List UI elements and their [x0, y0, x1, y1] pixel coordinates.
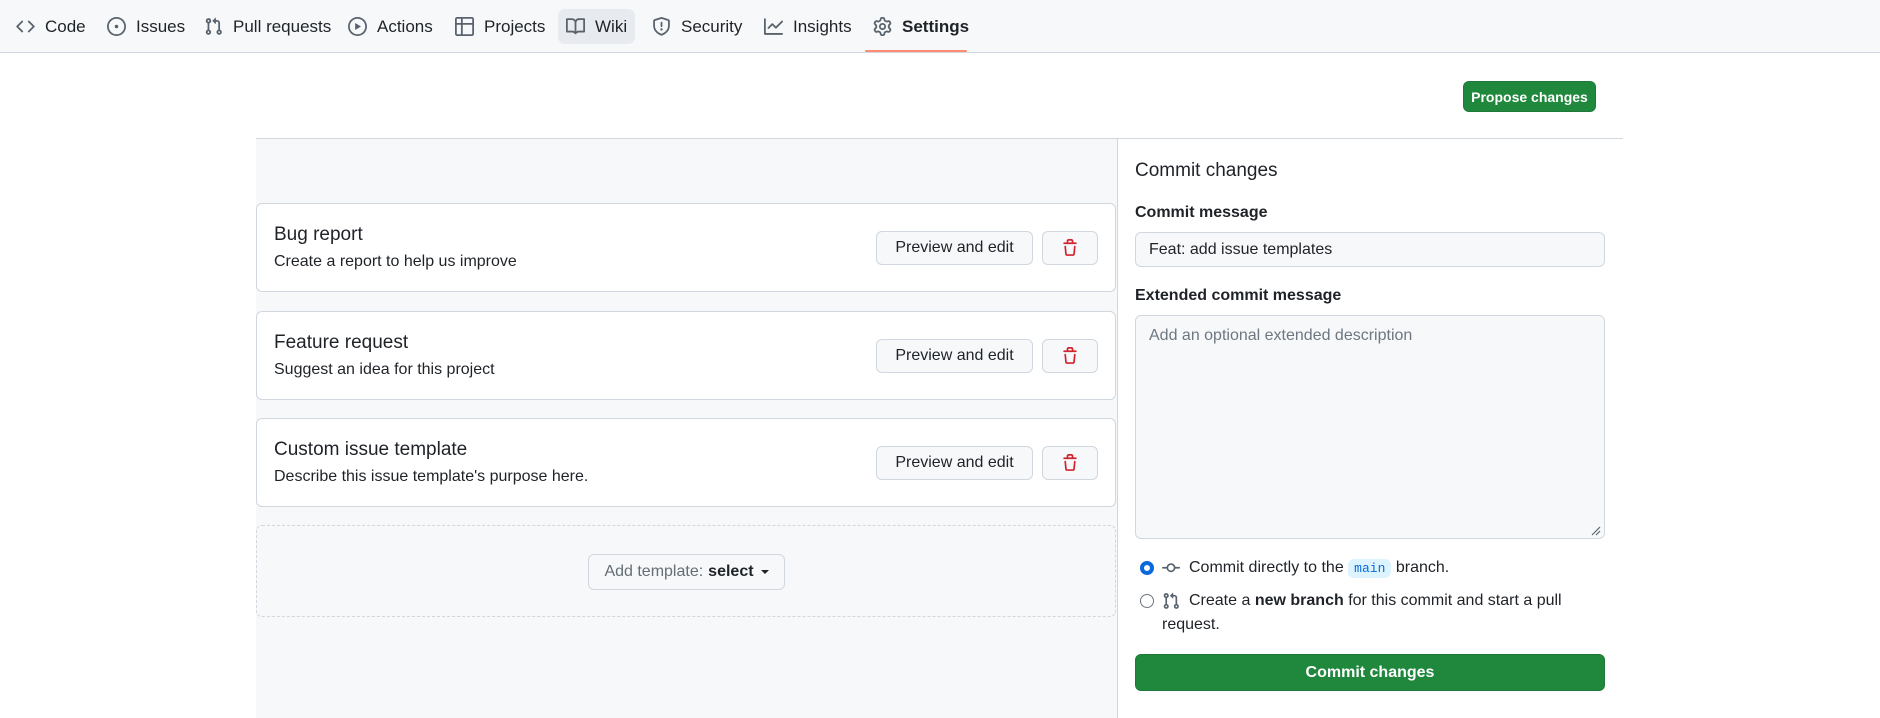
delete-template-button[interactable] [1042, 339, 1098, 373]
table-icon [455, 17, 474, 36]
template-description: Create a report to help us improve [274, 253, 517, 270]
tab-code[interactable]: Code [8, 9, 94, 44]
tab-security[interactable]: Security [644, 9, 750, 44]
tab-actions[interactable]: Actions [340, 9, 441, 44]
add-template-prefix: Add template: [604, 563, 704, 580]
tab-projects-label: Projects [484, 16, 546, 36]
tab-security-label: Security [681, 16, 743, 36]
play-icon [348, 17, 367, 36]
tab-issues[interactable]: Issues [99, 9, 193, 44]
code-icon [16, 20, 35, 33]
template-card-bug-report: Bug report Create a report to help us im… [256, 203, 1116, 292]
gear-icon [873, 17, 892, 36]
selected-tab-indicator [865, 50, 967, 52]
tab-insights-label: Insights [793, 16, 852, 36]
trash-icon [1063, 239, 1077, 256]
commit-changes-button[interactable]: Commit changes [1135, 654, 1605, 691]
template-card-custom: Custom issue template Describe this issu… [256, 418, 1116, 507]
repo-navigation: Code Issues Pull requests Actions Projec… [0, 0, 1880, 53]
add-template-area: Add template: select [256, 525, 1116, 617]
template-card-feature-request: Feature request Suggest an idea for this… [256, 311, 1116, 400]
new-branch-bold: new branch [1254, 592, 1344, 609]
tab-actions-label: Actions [377, 16, 433, 36]
template-name: Bug report [274, 224, 363, 245]
tab-insights[interactable]: Insights [756, 9, 860, 44]
issue-opened-icon [107, 17, 126, 36]
resize-grip-icon[interactable] [1591, 526, 1601, 536]
commit-panel-title: Commit changes [1135, 160, 1278, 181]
commit-direct-radio[interactable] [1140, 561, 1154, 575]
commit-message-label: Commit message [1135, 204, 1268, 221]
new-branch-prefix: Create a [1189, 592, 1251, 609]
tab-pull-requests-label: Pull requests [233, 16, 332, 36]
propose-changes-button[interactable]: Propose changes [1463, 81, 1596, 112]
tab-issues-label: Issues [136, 16, 186, 36]
commit-direct-prefix: Commit directly to the [1189, 559, 1344, 576]
new-branch-label: Create a new branch for this commit and … [1162, 589, 1582, 637]
template-name: Feature request [274, 332, 409, 353]
preview-and-edit-button[interactable]: Preview and edit [876, 231, 1033, 265]
pane-divider [1117, 139, 1118, 718]
shield-icon [653, 17, 670, 36]
tab-projects[interactable]: Projects [447, 9, 553, 44]
git-pull-request-icon [205, 17, 222, 35]
template-description: Suggest an idea for this project [274, 361, 495, 378]
template-name: Custom issue template [274, 439, 468, 460]
delete-template-button[interactable] [1042, 231, 1098, 265]
extended-message-label: Extended commit message [1135, 287, 1342, 304]
preview-and-edit-button[interactable]: Preview and edit [876, 339, 1033, 373]
trash-icon [1063, 347, 1077, 364]
commit-direct-label: Commit directly to the main branch. [1189, 556, 1449, 581]
add-template-selected: select [708, 563, 754, 580]
graph-icon [764, 18, 783, 35]
trash-icon [1063, 454, 1077, 471]
delete-template-button[interactable] [1042, 446, 1098, 480]
tab-pull-requests[interactable]: Pull requests [196, 9, 339, 44]
template-description: Describe this issue template's purpose h… [274, 468, 589, 485]
tab-settings-label: Settings [902, 16, 970, 36]
tab-code-label: Code [45, 16, 86, 36]
tab-wiki-label: Wiki [595, 16, 628, 36]
extended-message-textarea[interactable] [1135, 315, 1605, 539]
new-branch-radio[interactable] [1140, 594, 1154, 608]
caret-down-icon [760, 570, 769, 574]
branch-name: main [1348, 559, 1392, 578]
commit-direct-suffix: branch. [1395, 559, 1450, 576]
preview-and-edit-button[interactable]: Preview and edit [876, 446, 1033, 480]
book-icon [566, 18, 585, 35]
tab-wiki[interactable]: Wiki [558, 9, 636, 44]
commit-message-input[interactable] [1135, 232, 1605, 267]
git-commit-icon [1162, 563, 1180, 573]
add-template-dropdown[interactable]: Add template: select [588, 554, 785, 590]
tab-settings[interactable]: Settings [865, 9, 977, 44]
